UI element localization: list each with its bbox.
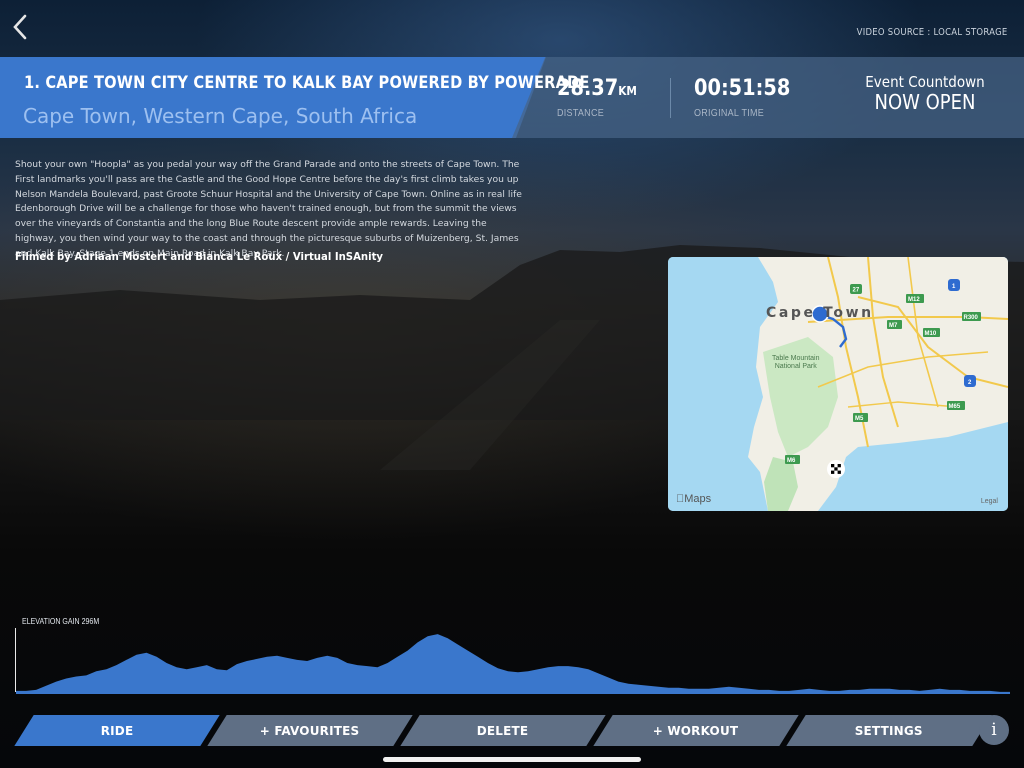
- svg-text:M12: M12: [908, 297, 920, 303]
- back-button[interactable]: [8, 10, 32, 44]
- map-canvas: 27 1 M12 M7 M10 R300 2 M5 M65 M6: [668, 257, 1008, 511]
- route-title: 1. CAPE TOWN CITY CENTRE TO KALK BAY POW…: [24, 73, 590, 93]
- info-button[interactable]: i: [979, 715, 1009, 745]
- svg-text:R300: R300: [964, 315, 979, 321]
- svg-text:M10: M10: [925, 331, 937, 337]
- chevron-left-icon: [13, 14, 27, 40]
- svg-text:M7: M7: [889, 323, 898, 329]
- countdown-title: Event Countdown: [865, 73, 985, 91]
- distance-value: 28.37: [557, 76, 619, 101]
- map-park-label: Table Mountain National Park: [772, 355, 820, 370]
- elevation-profile-chart: [16, 634, 1010, 694]
- map-city-label: Cape Town: [766, 305, 874, 321]
- time-stat: 00:51:58 ORIGINAL TIME: [694, 76, 803, 119]
- distance-unit: KM: [618, 84, 637, 98]
- svg-text:27: 27: [853, 288, 860, 294]
- ride-button[interactable]: RIDE: [14, 715, 220, 746]
- maps-brand: Maps: [676, 493, 711, 505]
- countdown-status: NOW OPEN: [874, 90, 976, 114]
- time-value: 00:51:58: [694, 76, 791, 101]
- add-favourites-button[interactable]: + FAVOURITES: [207, 715, 413, 746]
- elevation-gain-label: ELEVATION GAIN 296M: [22, 617, 100, 626]
- distance-stat: 28.37KM DISTANCE: [557, 76, 648, 119]
- stat-divider: [670, 78, 671, 118]
- time-label: ORIGINAL TIME: [694, 108, 765, 119]
- route-credits: Filmed by Adriaan Mostert and Bianca Le …: [15, 250, 384, 263]
- map-legal-link[interactable]: Legal: [981, 498, 998, 505]
- elevation-profile-area: [16, 634, 1010, 694]
- settings-button[interactable]: SETTINGS: [786, 715, 992, 746]
- delete-button[interactable]: DELETE: [400, 715, 606, 746]
- svg-text:M65: M65: [949, 404, 961, 410]
- home-indicator[interactable]: [383, 757, 641, 762]
- distance-label: DISTANCE: [557, 108, 605, 119]
- info-icon: i: [991, 720, 997, 740]
- event-countdown: Event Countdown NOW OPEN: [850, 73, 1000, 114]
- add-workout-button[interactable]: + WORKOUT: [593, 715, 799, 746]
- route-description: Shout your own "Hoopla" as you pedal you…: [15, 159, 522, 259]
- route-location: Cape Town, Western Cape, South Africa: [23, 104, 418, 128]
- svg-text:M5: M5: [855, 416, 864, 422]
- apple-logo-icon: : [676, 493, 684, 505]
- route-map[interactable]: 27 1 M12 M7 M10 R300 2 M5 M65 M6 Cape To…: [668, 257, 1008, 511]
- svg-text:M6: M6: [787, 458, 796, 464]
- video-source-label: VIDEO SOURCE : LOCAL STORAGE: [857, 27, 1008, 38]
